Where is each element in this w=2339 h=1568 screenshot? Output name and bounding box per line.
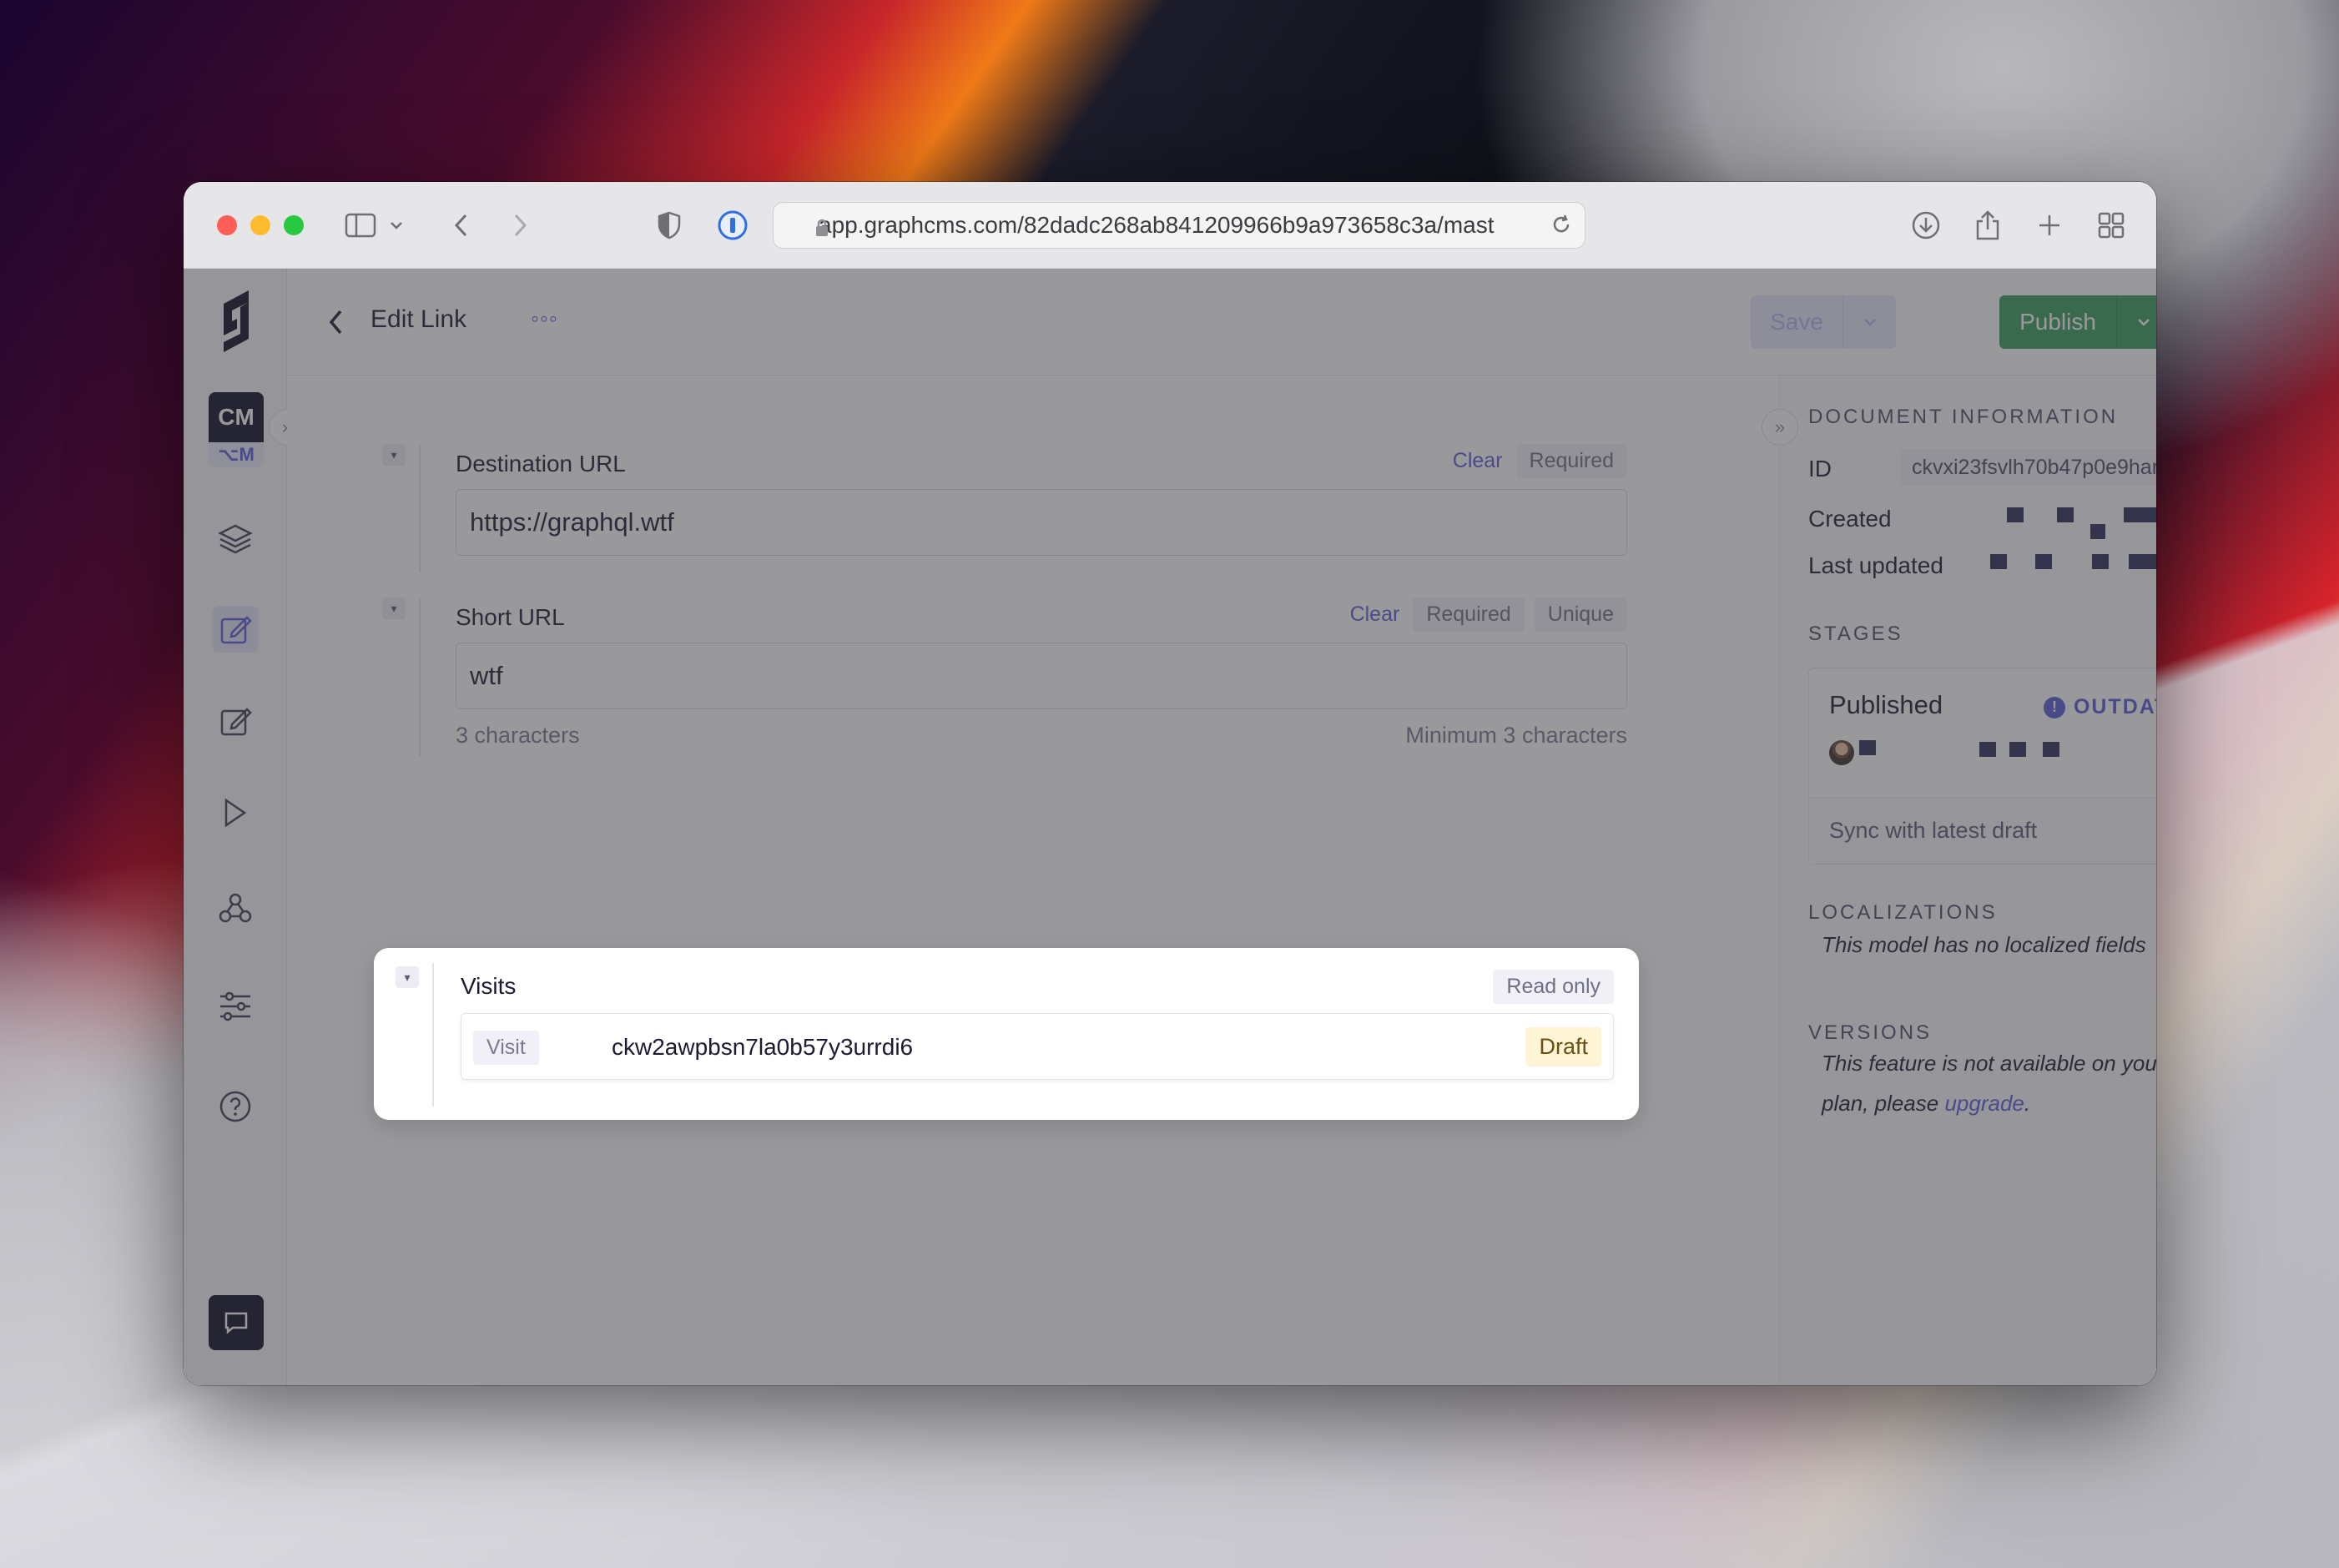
content-edit-icon[interactable]	[212, 606, 259, 653]
downloads-icon[interactable]	[1908, 207, 1944, 244]
created-label: Created	[1808, 506, 1892, 532]
clear-button[interactable]: Clear	[1449, 444, 1506, 478]
related-entry-row[interactable]: Visit ckw2awpbsn7la0b57y3urrdi6 Draft	[461, 1013, 1614, 1080]
tab-overview-icon[interactable]	[2093, 207, 2130, 244]
editor-header: Edit Link ◦◦◦ Save Publish	[287, 269, 2156, 376]
forward-icon[interactable]	[502, 207, 539, 244]
visits-field: ▾ Visits Read only Visit ckw2awpbsn7la0b…	[374, 948, 1639, 1120]
redacted-value	[2057, 507, 2074, 522]
collapse-field-icon[interactable]: ▾	[396, 966, 419, 988]
playground-play-icon[interactable]	[212, 789, 259, 836]
more-options-button[interactable]: ◦◦◦	[531, 305, 558, 332]
sidebar-toggle-icon[interactable]	[342, 207, 379, 244]
redacted-value	[1859, 740, 1876, 755]
chevron-down-icon[interactable]	[1842, 295, 1896, 349]
info-icon: !	[2043, 696, 2065, 718]
redacted-value	[1990, 554, 2007, 569]
collapse-field-icon[interactable]: ▾	[382, 597, 406, 619]
redacted-value	[2129, 554, 2156, 569]
webhooks-icon[interactable]	[212, 885, 259, 931]
reload-icon[interactable]	[1550, 213, 1573, 242]
settings-sliders-icon[interactable]	[212, 983, 259, 1030]
entry-id: ckw2awpbsn7la0b57y3urrdi6	[612, 1034, 914, 1060]
status-badge: ! OUTDATED	[2043, 695, 2156, 719]
redacted-value	[1979, 742, 1996, 757]
publish-button[interactable]: Publish	[1999, 295, 2116, 349]
browser-toolbar: app.graphcms.com/82dadc268ab841209966b9a…	[184, 182, 2156, 269]
field-rail	[432, 963, 434, 1107]
chat-icon[interactable]	[209, 1295, 264, 1350]
field-rail	[419, 597, 421, 756]
upgrade-link[interactable]: upgrade	[1944, 1091, 2024, 1116]
browser-window: app.graphcms.com/82dadc268ab841209966b9a…	[184, 182, 2156, 1385]
redacted-value	[2043, 742, 2059, 757]
lock-icon	[815, 216, 829, 243]
short-url-field: ▾ Short URL Clear Required Unique wtf 3 …	[382, 597, 1627, 756]
section-title: LOCALIZATIONS	[1808, 901, 1998, 924]
new-tab-icon[interactable]	[2031, 207, 2068, 244]
collapse-field-icon[interactable]: ▾	[382, 444, 406, 466]
field-label: Visits	[461, 973, 517, 999]
close-window-button[interactable]	[217, 215, 237, 235]
help-icon[interactable]	[212, 1083, 259, 1130]
section-title: DOCUMENT INFORMATION	[1808, 406, 2119, 428]
back-icon[interactable]	[442, 207, 479, 244]
chevron-down-icon[interactable]	[2116, 295, 2156, 349]
last-updated-label: Last updated	[1808, 552, 1943, 578]
section-title: VERSIONS	[1808, 1021, 1933, 1044]
redacted-value	[2092, 554, 2109, 569]
chevron-down-icon[interactable]	[384, 207, 409, 244]
minimize-window-button[interactable]	[250, 215, 270, 235]
document-id[interactable]: ckvxi23fsvlh70b47p0e9harb	[1900, 449, 2156, 486]
project-badge[interactable]: CM	[209, 392, 264, 442]
character-count: 3 characters	[456, 723, 580, 748]
field-label: Destination URL	[456, 451, 626, 476]
url-text: app.graphcms.com/82dadc268ab841209966b9a…	[819, 212, 1495, 238]
versions-note: This feature is not available on your pl…	[1822, 1051, 2156, 1116]
stage-name: Published	[1829, 690, 1943, 719]
id-label: ID	[1808, 456, 1832, 481]
editor-content: ▾ Destination URL Clear Required https:/…	[287, 376, 1779, 1385]
graphcms-logo[interactable]	[212, 287, 259, 354]
redacted-value	[2090, 524, 2105, 539]
content-edit-icon[interactable]	[212, 698, 259, 744]
validation-hint: Minimum 3 characters	[1405, 723, 1627, 748]
environment-badge[interactable]: ⌥M	[209, 442, 264, 467]
section-title: STAGES	[1808, 623, 1903, 645]
model-badge: Visit	[473, 1031, 539, 1065]
destination-url-input[interactable]: https://graphql.wtf	[456, 489, 1627, 556]
publish-button-group: Publish	[1999, 295, 2156, 349]
localizations-note: This model has no localized fields	[1822, 932, 2146, 957]
redacted-value	[2007, 507, 2024, 522]
back-icon[interactable]	[320, 305, 350, 339]
redacted-value	[2124, 507, 2156, 522]
redacted-value	[2035, 554, 2052, 569]
save-button-group: Save	[1751, 295, 1896, 349]
collapse-panel-icon[interactable]: »	[1762, 409, 1798, 446]
graphcms-app: CM ⌥M Edit Link ◦◦◦ Save Publish ▾ Desti…	[184, 269, 2156, 1385]
password-manager-icon[interactable]	[714, 207, 751, 244]
required-badge: Required	[1515, 444, 1627, 478]
redacted-value	[2009, 742, 2026, 757]
status-badge: Draft	[1525, 1027, 1601, 1066]
field-rail	[419, 444, 421, 572]
unique-badge: Unique	[1534, 597, 1627, 632]
document-info-panel: » DOCUMENT INFORMATION ID ckvxi23fsvlh70…	[1762, 376, 2156, 1385]
schema-layers-icon[interactable]	[212, 516, 259, 562]
share-icon[interactable]	[1969, 207, 2006, 244]
stage-card: Published ! OUTDATED Sync with latest dr…	[1808, 668, 2156, 865]
avatar	[1829, 740, 1854, 765]
destination-url-field: ▾ Destination URL Clear Required https:/…	[382, 444, 1627, 577]
sync-draft-action[interactable]: Sync with latest draft ▼	[1809, 797, 2156, 864]
short-url-input[interactable]: wtf	[456, 643, 1627, 709]
field-label: Short URL	[456, 604, 565, 630]
save-button[interactable]: Save	[1751, 295, 1842, 349]
read-only-badge: Read only	[1493, 970, 1614, 1004]
zoom-window-button[interactable]	[284, 215, 304, 235]
required-badge: Required	[1413, 597, 1525, 632]
clear-button[interactable]: Clear	[1347, 597, 1404, 632]
privacy-shield-icon[interactable]	[651, 207, 688, 244]
address-bar[interactable]: app.graphcms.com/82dadc268ab841209966b9a…	[773, 202, 1585, 249]
page-title: Edit Link	[371, 305, 467, 333]
